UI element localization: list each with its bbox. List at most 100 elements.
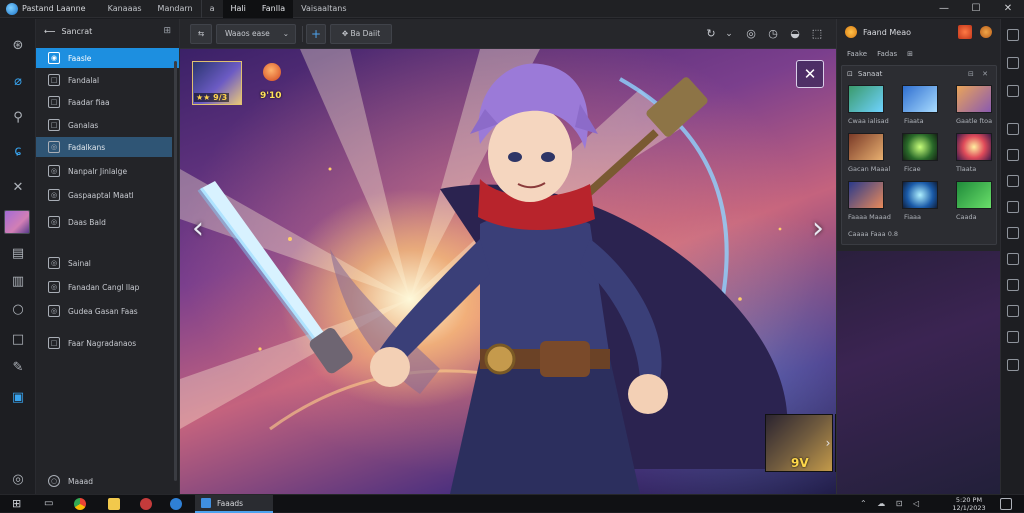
- folder-icon[interactable]: [108, 498, 120, 510]
- next-image-button[interactable]: ›: [808, 209, 828, 249]
- layers-icon[interactable]: ▤: [9, 245, 27, 263]
- share-button[interactable]: ✕: [796, 60, 824, 88]
- settings-icon[interactable]: ◎: [9, 471, 27, 489]
- tool-icon-4[interactable]: [1007, 123, 1019, 135]
- grid-icon[interactable]: ⊞: [907, 50, 913, 58]
- gallery-label-8: Fiaaa: [904, 213, 922, 221]
- nav-item-10[interactable]: ◎ Fanadan Cangl llap: [36, 277, 179, 297]
- profile-icon[interactable]: [980, 26, 992, 38]
- edit-icon[interactable]: ✎: [9, 359, 27, 377]
- cloud-icon[interactable]: ○: [9, 301, 27, 319]
- swap-button[interactable]: ⇆: [190, 24, 212, 44]
- nav-item-2[interactable]: □ Fandalal: [36, 70, 179, 90]
- compass-icon[interactable]: ⊛: [9, 37, 27, 55]
- gallery-thumb-7[interactable]: [848, 181, 884, 209]
- gallery-label-2: Fiaata: [904, 117, 924, 125]
- notification-icon[interactable]: [1000, 498, 1012, 510]
- tool-icon-10[interactable]: [1007, 279, 1019, 291]
- footer-icon: ○: [48, 475, 60, 487]
- side-tool-rail: [1000, 19, 1024, 494]
- gallery-thumb-5[interactable]: [902, 133, 938, 161]
- menu-item-2[interactable]: Mandarn: [150, 0, 201, 18]
- nav-item-12[interactable]: □ Faar Nagradanaos: [36, 333, 179, 353]
- timer-icon[interactable]: ◷: [764, 24, 782, 44]
- tool-icon-2[interactable]: [1007, 57, 1019, 69]
- maximize-button[interactable]: ☐: [960, 0, 992, 18]
- app-icon-red[interactable]: [140, 498, 152, 510]
- brush-icon[interactable]: ɕ: [9, 143, 27, 161]
- tab-1[interactable]: Faake: [847, 50, 867, 58]
- taskbar-active-app[interactable]: Faaads: [195, 495, 273, 513]
- frame-icon[interactable]: □: [9, 331, 27, 349]
- back-icon[interactable]: ⟵: [44, 27, 55, 36]
- flame-icon: [263, 63, 281, 81]
- minimize-button[interactable]: —: [928, 0, 960, 18]
- taskbar-clock[interactable]: 5:20 PM 12/1/2023: [950, 496, 988, 512]
- nav-item-8[interactable]: ◎ Daas Bald: [36, 212, 179, 232]
- gallery-thumb-6[interactable]: [956, 133, 992, 161]
- app-icon-blue[interactable]: [170, 498, 182, 510]
- nav-item-4[interactable]: □ Ganalas: [36, 115, 179, 135]
- tool-icon-8[interactable]: [1007, 227, 1019, 239]
- previous-image-button[interactable]: ‹: [188, 209, 208, 249]
- tool-icon-1[interactable]: [1007, 29, 1019, 41]
- tab-2[interactable]: Fadas: [877, 50, 897, 58]
- search-icon[interactable]: ⚲: [9, 109, 27, 127]
- tool-icon-7[interactable]: [1007, 201, 1019, 213]
- tool-icon-6[interactable]: [1007, 175, 1019, 187]
- chevron-down-icon[interactable]: ⌄: [720, 24, 738, 44]
- nav-item-11[interactable]: ◎ Gudea Gasan Faas: [36, 301, 179, 321]
- start-icon[interactable]: ⊞: [12, 498, 24, 510]
- tool-icon-3[interactable]: [1007, 85, 1019, 97]
- tool-icon-9[interactable]: [1007, 253, 1019, 265]
- menu-item-1[interactable]: Kanaaas: [100, 0, 150, 18]
- gallery-thumb-1[interactable]: [848, 85, 884, 113]
- chevron-right-icon[interactable]: ›: [821, 428, 835, 458]
- alert-icon[interactable]: [958, 25, 972, 39]
- edit-button[interactable]: ✥ Ba Daiit: [330, 24, 392, 44]
- nav-item-7[interactable]: ◎ Gaspaaptal Maatl: [36, 185, 179, 205]
- system-tray[interactable]: ⌃ ☁ ⊡ ◁: [860, 499, 923, 508]
- artwork-viewer[interactable]: ★★ 9/3 9'10 ✕ ‹ ›: [180, 49, 836, 494]
- fit-screen-icon[interactable]: ⬚: [808, 24, 826, 44]
- menu-item-5[interactable]: Fanlla: [253, 0, 294, 18]
- card-controls[interactable]: ⊟ ✕: [968, 70, 991, 78]
- add-button[interactable]: +: [306, 24, 326, 44]
- refresh-icon[interactable]: ↻: [702, 24, 720, 44]
- right-panel: Faand Meao Faake Fadas ⊞ ⊡ Sanaat ⊟ ✕ Cw…: [836, 19, 1000, 494]
- task-view-icon[interactable]: ▭: [44, 498, 53, 510]
- document-icon[interactable]: ▥: [9, 273, 27, 291]
- icon-rail: ⊛ ⌀ ⚲ ɕ ✕ ▤ ▥ ○ □ ✎ ▣ ◎: [0, 19, 36, 494]
- character-level: ★★ 9/3: [194, 93, 230, 102]
- footer-item[interactable]: ○ Maaad: [36, 472, 179, 490]
- gallery-thumb-2[interactable]: [902, 85, 938, 113]
- gallery-thumb-9[interactable]: [956, 181, 992, 209]
- nav-item-3[interactable]: □ Faadar fiaa: [36, 92, 179, 112]
- tool-icon-11[interactable]: [1007, 305, 1019, 317]
- gallery-thumb-8[interactable]: [902, 181, 938, 209]
- gallery-thumb-3[interactable]: [956, 85, 992, 113]
- pin-icon[interactable]: ⊞: [163, 26, 171, 36]
- chart-icon[interactable]: ▣: [9, 389, 27, 407]
- left-panel-scrollbar[interactable]: [174, 61, 177, 481]
- nav-item-5[interactable]: ◎ Fadalkans: [36, 137, 172, 157]
- menu-item-4[interactable]: Hali: [222, 0, 254, 18]
- nav-item-6[interactable]: ◎ Nanpalr Jinlalge: [36, 161, 179, 181]
- view-dropdown[interactable]: Waaos ease ⌄: [216, 24, 296, 44]
- menu-item-3[interactable]: a: [200, 0, 223, 18]
- target-icon[interactable]: ◎: [742, 24, 760, 44]
- nav-item-1[interactable]: ◉ Faasle: [36, 48, 179, 68]
- tools-icon[interactable]: ✕: [9, 179, 27, 197]
- contrast-icon[interactable]: ◒: [786, 24, 804, 44]
- gallery-thumb-4[interactable]: [848, 133, 884, 161]
- tool-icon-13[interactable]: [1007, 359, 1019, 371]
- nav-item-9[interactable]: ◎ Sainal: [36, 253, 179, 273]
- tool-icon-5[interactable]: [1007, 149, 1019, 161]
- menu-item-6[interactable]: Vaisaaltans: [293, 0, 354, 18]
- avatar[interactable]: [4, 210, 30, 234]
- tool-icon-12[interactable]: [1007, 331, 1019, 343]
- nav-item-label: Fandalal: [68, 75, 100, 85]
- link-icon[interactable]: ⌀: [9, 73, 27, 91]
- chrome-icon[interactable]: [74, 498, 86, 510]
- close-button[interactable]: ✕: [992, 0, 1024, 18]
